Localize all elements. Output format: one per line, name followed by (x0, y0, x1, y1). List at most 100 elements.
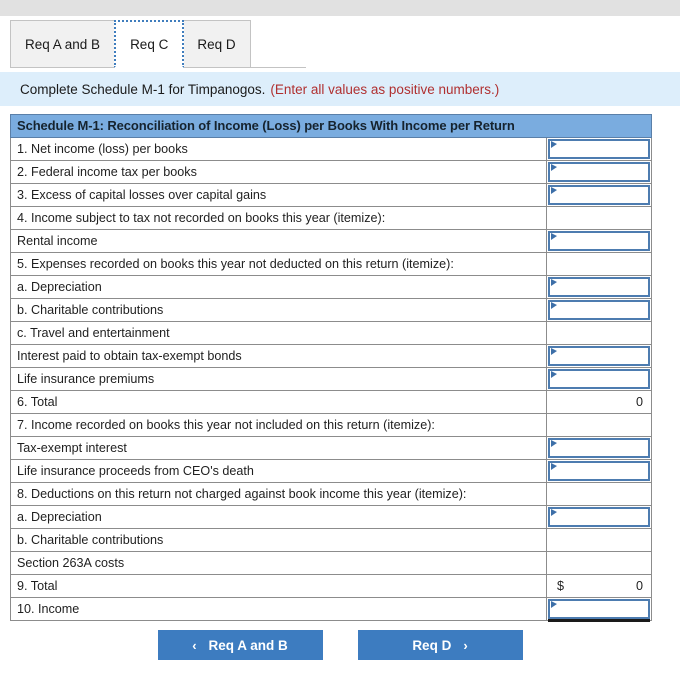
value-input-cell[interactable] (545, 137, 653, 161)
row-label: Interest paid to obtain tax-exempt bonds (10, 344, 547, 368)
amount-input[interactable] (548, 139, 651, 159)
row-label: 4. Income subject to tax not recorded on… (10, 206, 547, 230)
amount-input[interactable] (548, 461, 651, 481)
row-label: 6. Total (10, 390, 547, 414)
cell-marker-icon (551, 601, 557, 608)
value-input-cell[interactable] (545, 275, 653, 299)
cell-marker-icon (551, 302, 557, 309)
table-row: a. Depreciation (10, 505, 653, 529)
tab-label: Req C (130, 36, 169, 52)
value-input-cell[interactable] (545, 597, 653, 621)
amount-input[interactable] (548, 300, 651, 320)
empty-value-cell (545, 252, 653, 276)
row-label: Section 263A costs (10, 551, 547, 575)
row-label: c. Travel and entertainment (10, 321, 547, 345)
cell-marker-icon (551, 279, 557, 286)
row-label: b. Charitable contributions (10, 528, 547, 552)
value-input-cell[interactable] (545, 436, 653, 460)
row-label: 5. Expenses recorded on books this year … (10, 252, 547, 276)
cell-marker-icon (551, 187, 557, 194)
amount-input[interactable] (548, 507, 651, 527)
row-label: Life insurance proceeds from CEO's death (10, 459, 547, 483)
tab-req-d[interactable]: Req D (183, 20, 251, 68)
instruction-note: (Enter all values as positive numbers.) (270, 81, 500, 97)
table-row: b. Charitable contributions (10, 298, 653, 322)
table-row: c. Travel and entertainment (10, 321, 653, 345)
cell-marker-icon (551, 371, 557, 378)
empty-value-cell (545, 321, 653, 345)
navigation-bar: ‹ Req A and B Req D › (0, 630, 680, 660)
amount-input[interactable] (548, 346, 651, 366)
empty-value-cell (545, 528, 653, 552)
empty-value-cell (545, 413, 653, 437)
table-row: 2. Federal income tax per books (10, 160, 653, 184)
value-input-cell[interactable] (545, 298, 653, 322)
amount-input[interactable] (548, 231, 651, 251)
tab-bar: Req A and B Req C Req D (10, 20, 306, 68)
amount-input[interactable] (548, 162, 651, 182)
empty-value-cell (545, 551, 653, 575)
value-input-cell[interactable] (545, 344, 653, 368)
empty-value-cell (545, 482, 653, 506)
chevron-right-icon: › (463, 637, 468, 653)
cell-marker-icon (551, 164, 557, 171)
table-row: 5. Expenses recorded on books this year … (10, 252, 653, 276)
row-label: Life insurance premiums (10, 367, 547, 391)
cell-marker-icon (551, 141, 557, 148)
schedule-rows: 1. Net income (loss) per books 2. Federal… (10, 137, 653, 621)
empty-value-cell (545, 206, 653, 230)
table-row: 6. Total 0 (10, 390, 653, 414)
table-row: 1. Net income (loss) per books (10, 137, 653, 161)
value-input-cell[interactable] (545, 459, 653, 483)
table-row: Section 263A costs (10, 551, 653, 575)
row-label: b. Charitable contributions (10, 298, 547, 322)
value-input-cell[interactable] (545, 229, 653, 253)
table-row: Rental income (10, 229, 653, 253)
tab-label: Req D (197, 37, 236, 52)
amount-input[interactable] (548, 277, 651, 297)
table-row: 10. Income (10, 597, 653, 621)
table-row: Interest paid to obtain tax-exempt bonds (10, 344, 653, 368)
row-label: a. Depreciation (10, 275, 547, 299)
value-input-cell[interactable] (545, 160, 653, 184)
instruction-banner: Complete Schedule M-1 for Timpanogos. (E… (0, 72, 680, 106)
prev-req-a-and-b-button[interactable]: ‹ Req A and B (157, 630, 323, 660)
amount-input[interactable] (548, 369, 651, 389)
table-row: 7. Income recorded on books this year no… (10, 413, 653, 437)
next-req-d-button[interactable]: Req D › (357, 630, 523, 660)
cell-marker-icon (551, 348, 557, 355)
amount-input[interactable] (548, 438, 651, 458)
total-amount: 0 (636, 579, 644, 593)
tab-label: Req A and B (25, 37, 101, 52)
row-label: 7. Income recorded on books this year no… (10, 413, 547, 437)
row-label: 8. Deductions on this return not charged… (10, 482, 547, 506)
cell-marker-icon (551, 233, 557, 240)
row-label: 9. Total (10, 574, 547, 598)
row-label: a. Depreciation (10, 505, 547, 529)
cell-marker-icon (551, 509, 557, 516)
chevron-left-icon: ‹ (192, 637, 197, 653)
value-input-cell[interactable] (545, 367, 653, 391)
tab-req-a-and-b[interactable]: Req A and B (10, 20, 116, 68)
table-row: Life insurance proceeds from CEO's death (10, 459, 653, 483)
exercise-page: Req A and B Req C Req D Complete Schedule … (0, 0, 680, 678)
total-value-cell: $0 (545, 574, 653, 598)
top-gray-bar (0, 0, 680, 16)
table-row: 9. Total $0 (10, 574, 653, 598)
table-header-row: Schedule M-1: Reconciliation of Income (… (9, 114, 653, 138)
table-row: Tax-exempt interest (10, 436, 653, 460)
schedule-m1-table: Schedule M-1: Reconciliation of Income (… (9, 114, 653, 621)
cell-marker-icon (551, 463, 557, 470)
value-input-cell[interactable] (545, 505, 653, 529)
row-label: Tax-exempt interest (10, 436, 547, 460)
amount-input[interactable] (548, 599, 651, 619)
schedule-table-container: Schedule M-1: Reconciliation of Income (… (9, 114, 653, 621)
amount-input[interactable] (548, 185, 651, 205)
value-input-cell[interactable] (545, 183, 653, 207)
total-value-cell: 0 (545, 390, 653, 414)
row-label: 1. Net income (loss) per books (10, 137, 547, 161)
cell-marker-icon (551, 440, 557, 447)
tab-req-c[interactable]: Req C (114, 20, 185, 68)
table-row: a. Depreciation (10, 275, 653, 299)
instruction-text: Complete Schedule M-1 for Timpanogos. (20, 81, 266, 97)
